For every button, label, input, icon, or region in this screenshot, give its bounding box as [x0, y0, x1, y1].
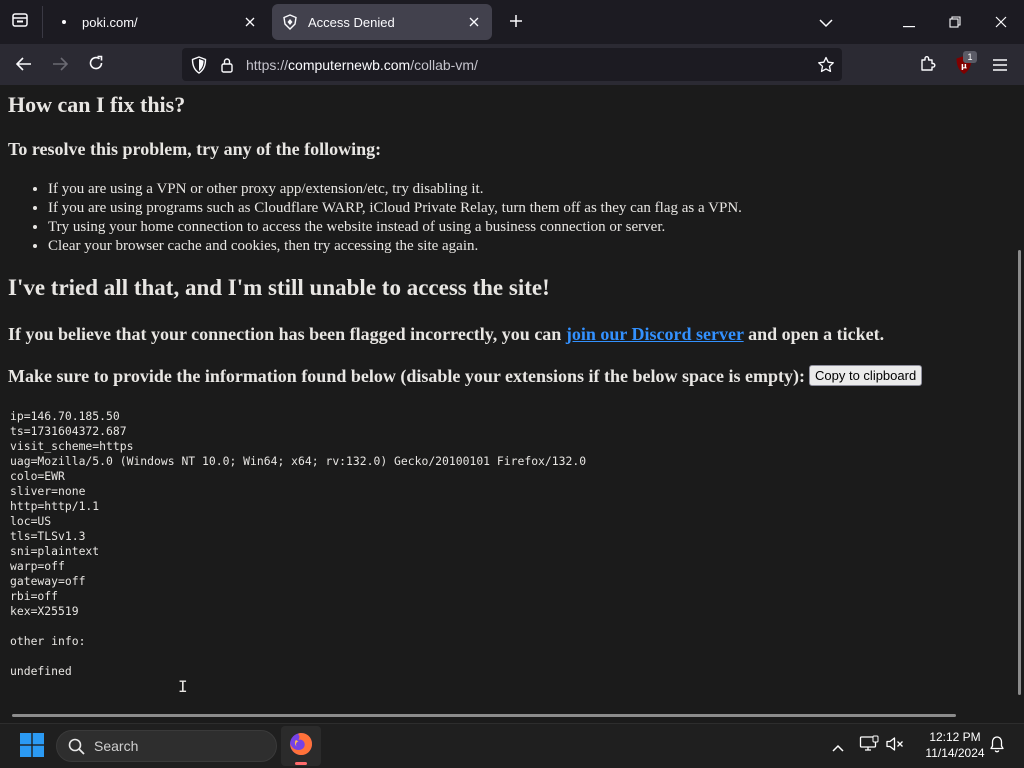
forward-button[interactable] [45, 50, 75, 80]
bookmark-star-icon[interactable] [815, 54, 837, 76]
restore-icon [949, 13, 961, 32]
info-line [10, 619, 586, 634]
tab-title: poki.com/ [82, 14, 138, 30]
flagged-text: If you believe that your connection has … [8, 324, 566, 344]
address-bar[interactable]: https://computernewb.com/collab-vm/ [182, 48, 842, 81]
text-cursor-icon: I [178, 677, 188, 696]
tab-strip: poki.com/ Access Denied [0, 0, 1024, 44]
tab-title: Access Denied [308, 14, 395, 30]
info-line: undefined [10, 664, 72, 678]
tab-poki[interactable]: poki.com/ [46, 4, 268, 40]
search-icon [66, 736, 86, 756]
heading-still-unable: I've tried all that, and I'm still unabl… [8, 275, 550, 300]
info-line [10, 649, 586, 664]
minimize-icon [903, 13, 915, 32]
provide-info-text: Make sure to provide the information fou… [8, 366, 806, 386]
list-item: If you are using programs such as Cloudf… [48, 199, 742, 218]
list-all-tabs-button[interactable] [812, 8, 840, 36]
running-indicator [295, 762, 307, 765]
provide-info-paragraph: Make sure to provide the information fou… [8, 365, 923, 387]
info-line: uag=Mozilla/5.0 (Windows NT 10.0; Win64;… [10, 454, 587, 468]
connection-info-block[interactable]: ip=146.70.185.50 ts=1731604372.687 visit_s… [10, 409, 586, 679]
list-item: Try using your home connection to access… [48, 218, 742, 237]
resolve-intro: To resolve this problem, try any of the … [8, 139, 382, 159]
start-button[interactable] [12, 730, 52, 764]
ublock-shield-icon: μ 1 [955, 51, 977, 75]
puzzle-piece-icon [919, 54, 937, 76]
tab-access-denied[interactable]: Access Denied [272, 4, 492, 40]
tab-close-icon[interactable] [464, 12, 484, 32]
heading-how-to-fix: How can I fix this? [8, 92, 186, 117]
plus-icon [509, 13, 523, 32]
discord-server-link[interactable]: join our Discord server [566, 324, 744, 344]
firefox-view-button[interactable] [6, 8, 34, 36]
close-icon [995, 13, 1007, 32]
info-line: sni=plaintext [10, 544, 100, 558]
notifications-button[interactable] [984, 732, 1010, 760]
windows-taskbar: Search 12:12 PM 11/14/2024 [0, 723, 1024, 768]
info-line: ts=1731604372.687 [10, 424, 127, 438]
info-line: kex=X25519 [10, 604, 79, 618]
speaker-muted-icon [885, 735, 905, 757]
tab-close-icon[interactable] [240, 12, 260, 32]
minimize-button[interactable] [886, 0, 932, 44]
taskbar-firefox[interactable] [281, 726, 321, 766]
info-line: other info: [10, 634, 86, 648]
reload-button[interactable] [81, 50, 111, 80]
flagged-paragraph: If you believe that your connection has … [8, 324, 884, 345]
info-line: ip=146.70.185.50 [10, 409, 120, 423]
tab-divider [42, 6, 43, 38]
info-line: gateway=off [10, 574, 86, 588]
firefox-icon [288, 731, 314, 761]
hamburger-menu-icon [993, 56, 1007, 75]
default-favicon-icon [56, 14, 72, 30]
extension-badge: 1 [963, 51, 977, 63]
bell-icon [989, 735, 1005, 757]
info-line: loc=US [10, 514, 52, 528]
chevron-down-icon [819, 13, 833, 32]
url-scheme: https:// [246, 56, 289, 73]
chevron-up-icon [832, 737, 844, 756]
restore-button[interactable] [932, 0, 978, 44]
reload-icon [88, 55, 104, 75]
cloudflare-shield-icon [282, 14, 298, 30]
url-text[interactable]: https://computernewb.com/collab-vm/ [246, 57, 478, 73]
show-hidden-icons-button[interactable] [825, 732, 851, 760]
info-line: sliver=none [10, 484, 86, 498]
copy-to-clipboard-button[interactable]: Copy to clipboard [809, 365, 923, 386]
info-line: visit_scheme=https [10, 439, 134, 453]
list-item: If you are using a VPN or other proxy ap… [48, 180, 742, 199]
list-item: Clear your browser cache and cookies, th… [48, 237, 742, 256]
taskbar-search[interactable]: Search [56, 730, 277, 762]
new-tab-button[interactable] [502, 8, 530, 36]
network-monitor-icon [859, 735, 879, 757]
flagged-text-end: and open a ticket. [743, 324, 885, 344]
info-line: warp=off [10, 559, 65, 573]
page-content: How can I fix this? To resolve this prob… [0, 85, 1024, 723]
close-window-button[interactable] [978, 0, 1024, 44]
back-button[interactable] [9, 50, 39, 80]
windows-logo-icon [20, 733, 44, 761]
info-line: http=http/1.1 [10, 499, 100, 513]
tracking-protection-icon[interactable] [188, 54, 210, 76]
url-path: /collab-vm/ [410, 56, 478, 73]
resolve-list: If you are using a VPN or other proxy ap… [48, 180, 742, 256]
arrow-right-icon [52, 56, 69, 75]
lock-icon[interactable] [216, 54, 238, 76]
vertical-scrollbar[interactable] [1018, 250, 1021, 695]
search-placeholder: Search [94, 738, 139, 754]
ublock-origin-button[interactable]: μ 1 [949, 50, 979, 80]
extensions-button[interactable] [913, 50, 943, 80]
firefox-view-icon [11, 11, 29, 33]
navigation-toolbar: https://computernewb.com/collab-vm/ μ 1 [0, 44, 1024, 85]
app-menu-button[interactable] [985, 50, 1015, 80]
volume-button[interactable] [882, 732, 908, 760]
info-line: colo=EWR [10, 469, 65, 483]
info-line: rbi=off [10, 589, 59, 603]
info-line: tls=TLSv1.3 [10, 529, 86, 543]
arrow-left-icon [15, 56, 32, 75]
url-host: computernewb.com [288, 56, 411, 73]
network-button[interactable] [856, 732, 882, 760]
horizontal-scrollbar[interactable] [12, 714, 956, 717]
